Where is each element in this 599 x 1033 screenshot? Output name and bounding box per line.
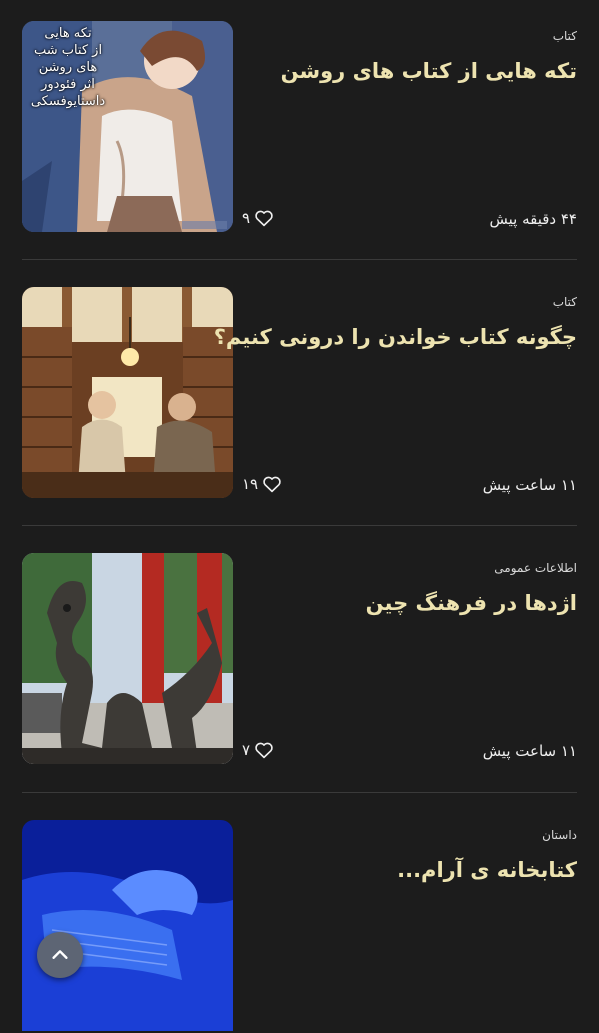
post-title[interactable]: چگونه کتاب خواندن را درونی کنیم؟	[214, 325, 577, 349]
overlay-line: تکه هایی	[44, 26, 92, 41]
post-time: ۴۴ دقیقه پیش	[489, 210, 578, 228]
post-info: داستان کتابخانه ی آرام...	[242, 820, 577, 1031]
post-thumbnail[interactable]	[22, 553, 233, 764]
post-title[interactable]: کتابخانه ی آرام...	[397, 858, 577, 882]
like-count: ۹	[242, 209, 251, 227]
image-overlay-text: تکه هایی از کتاب شب های روشن اثر فئودور …	[22, 25, 114, 110]
post-info: اطلاعات عمومی اژدها در فرهنگ چین ۱۱ ساعت…	[242, 553, 577, 764]
post-time: ۱۱ ساعت پیش	[482, 742, 577, 760]
post-card[interactable]: تکه هایی از کتاب شب های روشن اثر فئودور …	[22, 21, 577, 234]
post-card[interactable]: اطلاعات عمومی اژدها در فرهنگ چین ۱۱ ساعت…	[22, 553, 577, 766]
post-info: کتاب تکه هایی از کتاب های روشن ۴۴ دقیقه …	[242, 21, 577, 232]
like-button[interactable]: ۷	[242, 741, 274, 759]
post-card[interactable]: کتاب چگونه کتاب خواندن را درونی کنیم؟ ۱۱…	[22, 287, 577, 500]
post-thumbnail[interactable]	[22, 820, 233, 1031]
post-time: ۱۱ ساعت پیش	[482, 476, 577, 494]
post-category[interactable]: داستان	[542, 828, 577, 842]
divider	[22, 259, 577, 260]
chevron-up-icon	[52, 950, 68, 959]
like-button[interactable]: ۹	[242, 209, 274, 227]
post-thumbnail[interactable]	[22, 287, 233, 498]
divider	[22, 525, 577, 526]
post-title[interactable]: تکه هایی از کتاب های روشن	[281, 59, 577, 83]
overlay-line: های روشن	[38, 60, 98, 75]
overlay-line: اثر فئودور	[41, 77, 95, 92]
library-couple-image	[22, 287, 233, 498]
post-category[interactable]: اطلاعات عمومی	[494, 561, 577, 575]
post-title[interactable]: اژدها در فرهنگ چین	[366, 591, 577, 615]
like-button[interactable]: ۱۹	[242, 475, 282, 493]
post-thumbnail[interactable]: تکه هایی از کتاب شب های روشن اثر فئودور …	[22, 21, 233, 232]
divider	[22, 792, 577, 793]
scroll-to-top-button[interactable]	[37, 932, 83, 978]
like-count: ۱۹	[242, 475, 259, 493]
like-count: ۷	[242, 741, 251, 759]
bronze-dragon-statue-image	[22, 553, 233, 764]
overlay-line: از کتاب شب	[33, 43, 103, 58]
heart-icon	[263, 476, 281, 493]
heart-icon	[255, 742, 273, 759]
heart-icon	[255, 210, 273, 227]
blue-book-hand-image	[22, 820, 233, 1031]
post-info: کتاب چگونه کتاب خواندن را درونی کنیم؟ ۱۱…	[214, 287, 577, 498]
post-category[interactable]: کتاب	[553, 29, 577, 43]
post-card[interactable]: داستان کتابخانه ی آرام...	[22, 820, 577, 1033]
overlay-line: داستایوفسکی	[30, 94, 106, 109]
post-category[interactable]: کتاب	[553, 295, 577, 309]
